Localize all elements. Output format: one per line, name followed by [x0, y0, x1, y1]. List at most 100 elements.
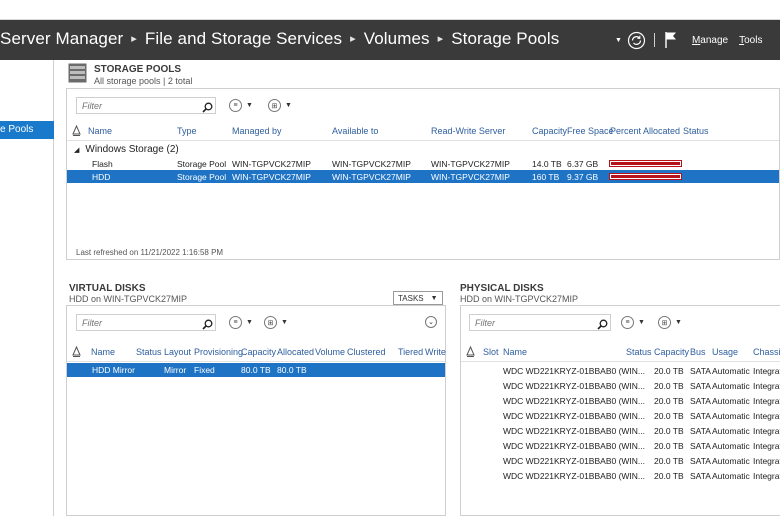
- column-header-layout[interactable]: Layout: [164, 347, 191, 357]
- save-query-options[interactable]: ⊞ ▼: [268, 99, 292, 112]
- refresh-icon[interactable]: [627, 31, 646, 50]
- breadcrumb-item-file-storage[interactable]: File and Storage Services: [145, 29, 342, 48]
- cell-name: Flash: [92, 159, 113, 169]
- column-header-capacity[interactable]: Capacity: [532, 126, 567, 136]
- cell-name: WDC WD221KRYZ-01BBAB0 (WIN...: [503, 396, 646, 406]
- list-view-icon: ≡: [621, 316, 634, 329]
- breadcrumb-item-volumes[interactable]: Volumes: [364, 29, 430, 48]
- column-header-volume[interactable]: Volume: [315, 347, 345, 357]
- cell-available-to: WIN-TGPVCK27MIP: [332, 159, 411, 169]
- group-header-windows-storage[interactable]: ◢ Windows Storage (2): [74, 144, 179, 155]
- cell-name: HDD: [92, 172, 111, 182]
- table-row-selected[interactable]: HDD Storage Pool WIN-TGPVCK27MIP WIN-TGP…: [67, 170, 779, 183]
- virtual-disks-filter-input[interactable]: [76, 314, 216, 331]
- cell-type: Storage Pool: [177, 159, 227, 169]
- column-header-name[interactable]: Name: [91, 347, 115, 357]
- table-row-selected[interactable]: HDD Mirror Mirror Fixed 80.0 TB 80.0 TB: [67, 363, 445, 377]
- physical-disks-filter-input[interactable]: [469, 314, 611, 331]
- table-row[interactable]: WDC WD221KRYZ-01BBAB0 (WIN... 20.0 TB SATA…: [461, 469, 780, 482]
- list-view-options[interactable]: ≡ ▼: [621, 316, 645, 329]
- table-row[interactable]: WDC WD221KRYZ-01BBAB0 (WIN... 20.0 TB SATA…: [461, 409, 780, 422]
- column-header-type[interactable]: Type: [177, 126, 197, 136]
- cell-chassis: Integrated: [753, 411, 780, 421]
- virtual-disks-panel: ≡▼ ⊞▼ ⌄ Name Status Layout Provisioning …: [66, 305, 446, 516]
- list-view-icon: ≡: [229, 99, 242, 112]
- column-header-status[interactable]: Status: [626, 347, 652, 357]
- flag-icon[interactable]: [664, 31, 680, 49]
- cell-capacity: 160 TB: [532, 172, 560, 182]
- column-header-managed-by[interactable]: Managed by: [232, 126, 282, 136]
- last-refreshed-text: Last refreshed on 11/21/2022 1:16:58 PM: [76, 248, 224, 257]
- search-icon[interactable]: [202, 317, 213, 330]
- column-header-percent-allocated[interactable]: Percent Allocated: [610, 126, 680, 136]
- expand-collapse-icon[interactable]: ⌄: [425, 316, 437, 328]
- save-query-options[interactable]: ⊞ ▼: [658, 316, 682, 329]
- column-header-status[interactable]: Status: [136, 347, 162, 357]
- physical-disks-panel: ≡▼ ⊞▼ Slot Name Status Capacity Bus Usag…: [460, 305, 780, 516]
- column-header-allocated[interactable]: Allocated: [277, 347, 314, 357]
- storage-pools-filter-input[interactable]: [76, 97, 216, 114]
- save-query-options[interactable]: ⊞ ▼: [264, 316, 288, 329]
- cell-bus: SATA: [690, 426, 711, 436]
- cell-capacity: 20.0 TB: [654, 456, 684, 466]
- column-header-provisioning[interactable]: Provisioning: [194, 347, 243, 357]
- column-header-bus[interactable]: Bus: [690, 347, 706, 357]
- cell-available-to: WIN-TGPVCK27MIP: [332, 172, 411, 182]
- table-row[interactable]: WDC WD221KRYZ-01BBAB0 (WIN... 20.0 TB SATA…: [461, 364, 780, 377]
- column-header-capacity[interactable]: Capacity: [654, 347, 689, 357]
- storage-pool-icon: [68, 63, 87, 83]
- cell-chassis: Integrated: [753, 456, 780, 466]
- storage-pools-tile: STORAGE POOLS All storage pools | 2 tota…: [66, 60, 780, 265]
- table-row[interactable]: WDC WD221KRYZ-01BBAB0 (WIN... 20.0 TB SATA…: [461, 379, 780, 392]
- cell-name: WDC WD221KRYZ-01BBAB0 (WIN...: [503, 426, 646, 436]
- table-row[interactable]: WDC WD221KRYZ-01BBAB0 (WIN... 20.0 TB SATA…: [461, 439, 780, 452]
- virtual-disks-tasks-button[interactable]: TASKS ▼: [393, 291, 443, 305]
- column-header-name[interactable]: Name: [88, 126, 112, 136]
- column-header-read-write-server[interactable]: Read-Write Server: [431, 126, 505, 136]
- list-view-options[interactable]: ≡ ▼: [229, 99, 253, 112]
- cell-capacity: 20.0 TB: [654, 441, 684, 451]
- breadcrumb: Server Manager ▸ File and Storage Services…: [0, 29, 559, 49]
- chevron-down-icon: ▼: [246, 102, 253, 109]
- chevron-down-icon: ▼: [285, 102, 292, 109]
- column-header-available-to[interactable]: Available to: [332, 126, 378, 136]
- save-query-icon: ⊞: [264, 316, 277, 329]
- table-row[interactable]: WDC WD221KRYZ-01BBAB0 (WIN... 20.0 TB SATA…: [461, 394, 780, 407]
- search-icon[interactable]: [202, 100, 213, 113]
- column-header-clustered[interactable]: Clustered: [347, 347, 386, 357]
- manage-menu[interactable]: Manage: [692, 35, 728, 46]
- table-row[interactable]: Flash Storage Pool WIN-TGPVCK27MIP WIN-T…: [67, 157, 779, 170]
- search-icon[interactable]: [597, 317, 608, 330]
- list-view-options[interactable]: ≡ ▼: [229, 316, 253, 329]
- column-header-chassis[interactable]: Chassis: [753, 347, 780, 357]
- column-header-status[interactable]: Status: [683, 126, 709, 136]
- column-header-capacity[interactable]: Capacity: [241, 347, 276, 357]
- sort-icon[interactable]: [466, 345, 475, 357]
- cell-read-write-server: WIN-TGPVCK27MIP: [431, 159, 510, 169]
- history-dropdown-icon[interactable]: ▼: [615, 37, 622, 44]
- column-header-free-space[interactable]: Free Space: [567, 126, 614, 136]
- sort-icon[interactable]: [72, 345, 81, 357]
- nav-item-storage-pools[interactable]: e Pools: [0, 121, 54, 139]
- tools-menu[interactable]: Tools: [739, 35, 762, 46]
- breadcrumb-item-server-manager[interactable]: Server Manager: [0, 29, 123, 48]
- sort-icon[interactable]: [72, 124, 81, 136]
- column-header-tiered[interactable]: Tiered: [398, 347, 423, 357]
- breadcrumb-item-storage-pools: Storage Pools: [451, 29, 560, 48]
- header-bar: Server Manager ▸ File and Storage Services…: [0, 20, 780, 60]
- column-header-usage[interactable]: Usage: [712, 347, 738, 357]
- header-divider: [653, 33, 655, 47]
- breadcrumb-separator-icon: ▸: [350, 33, 356, 45]
- table-row[interactable]: WDC WD221KRYZ-01BBAB0 (WIN... 20.0 TB SATA…: [461, 454, 780, 467]
- tools-menu-label: ools: [744, 34, 763, 46]
- chevron-down-icon: ▼: [281, 319, 288, 326]
- header-actions: ▼ Manage Tools: [615, 20, 773, 60]
- header-divider-line: [461, 361, 780, 362]
- cell-chassis: Integrated: [753, 381, 780, 391]
- cell-bus: SATA: [690, 381, 711, 391]
- column-header-slot[interactable]: Slot: [483, 347, 499, 357]
- server-manager-window: Server Manager ▸ File and Storage Services…: [0, 0, 780, 516]
- column-header-write[interactable]: Write: [425, 347, 446, 357]
- table-row[interactable]: WDC WD221KRYZ-01BBAB0 (WIN... 20.0 TB SATA…: [461, 424, 780, 437]
- column-header-name[interactable]: Name: [503, 347, 527, 357]
